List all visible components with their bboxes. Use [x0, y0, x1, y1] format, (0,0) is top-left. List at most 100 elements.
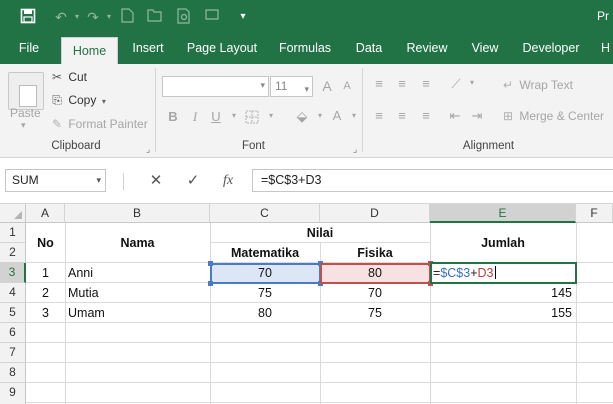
cell-b5[interactable]: Umam: [65, 303, 210, 323]
redo-dropdown-icon[interactable]: ▾: [100, 8, 118, 26]
orientation-dropdown-icon[interactable]: ▾: [463, 78, 481, 87]
bold-button[interactable]: B: [164, 109, 182, 124]
copy-icon: ⎘: [52, 93, 62, 107]
tab-help[interactable]: H: [598, 34, 613, 64]
name-box-value: SUM: [12, 173, 39, 187]
cell-edit-content[interactable]: =$C$3+D3: [433, 265, 496, 282]
gridline: [26, 382, 613, 383]
cell-a3[interactable]: 1: [26, 263, 65, 283]
cell-e5[interactable]: 155: [430, 303, 576, 323]
cell-b3[interactable]: Anni: [65, 263, 210, 283]
row-header-1[interactable]: 1: [0, 223, 26, 243]
row-header-3[interactable]: 3: [0, 263, 26, 283]
column-header-e[interactable]: E: [430, 204, 576, 223]
borders-dropdown-icon[interactable]: ▾: [262, 111, 280, 120]
grow-font-button[interactable]: A: [318, 78, 336, 94]
tab-data[interactable]: Data: [348, 34, 390, 64]
align-center-icon[interactable]: ≡: [393, 108, 411, 123]
open-icon[interactable]: [146, 8, 164, 26]
tab-formulas[interactable]: Formulas: [274, 34, 336, 64]
tab-insert[interactable]: Insert: [126, 34, 170, 64]
copy-button[interactable]: ⎘ Copy ▾: [49, 93, 106, 108]
name-box[interactable]: SUM ▾: [5, 169, 106, 192]
copy-dropdown-icon[interactable]: ▾: [100, 97, 106, 106]
align-bottom-icon[interactable]: ≡: [417, 76, 435, 91]
underline-dropdown-icon[interactable]: ▾: [225, 111, 243, 120]
row-header-6[interactable]: 6: [0, 323, 26, 343]
cell-d3[interactable]: 80: [320, 263, 430, 283]
row-header-4[interactable]: 4: [0, 283, 26, 303]
paste-dropdown-icon[interactable]: ▾: [21, 120, 26, 131]
print-preview-icon[interactable]: [175, 8, 193, 26]
increase-indent-icon[interactable]: ⇥: [468, 108, 486, 124]
header-nilai[interactable]: Nilai: [210, 223, 430, 243]
row-header-2[interactable]: 2: [0, 243, 26, 263]
cell-c3[interactable]: 70: [210, 263, 320, 283]
column-header-d[interactable]: D: [320, 204, 430, 223]
paste-icon[interactable]: [8, 72, 44, 110]
customize-qat-icon[interactable]: ▾: [234, 8, 252, 26]
worksheet-grid[interactable]: A B C D E F 1 2 3 4 5 6 7 8 9 No Nama Ni…: [0, 203, 613, 404]
format-painter-button[interactable]: ✎ Format Painter: [49, 117, 148, 131]
row-header-8[interactable]: 8: [0, 363, 26, 383]
paste-button[interactable]: Paste: [10, 106, 41, 120]
tab-file[interactable]: File: [8, 34, 50, 64]
copy-label: Copy: [68, 93, 97, 107]
more-icon[interactable]: [203, 8, 221, 26]
cell-d5[interactable]: 75: [320, 303, 430, 323]
borders-icon[interactable]: [243, 110, 261, 127]
cancel-entry-button[interactable]: ✕: [144, 171, 168, 191]
cell-b4[interactable]: Mutia: [65, 283, 210, 303]
column-header-f[interactable]: F: [576, 204, 613, 223]
row-header-9[interactable]: 9: [0, 383, 26, 404]
align-left-icon[interactable]: ≡: [370, 108, 388, 123]
new-file-icon[interactable]: [118, 8, 136, 26]
fill-color-dropdown-icon[interactable]: ▾: [311, 111, 329, 120]
cut-label: Cut: [68, 70, 88, 84]
header-nama[interactable]: Nama: [65, 233, 210, 253]
save-icon[interactable]: [19, 8, 37, 26]
header-matematika[interactable]: Matematika: [210, 243, 320, 263]
shrink-font-button[interactable]: A: [338, 80, 356, 92]
row-header-7[interactable]: 7: [0, 343, 26, 363]
cell-c5[interactable]: 80: [210, 303, 320, 323]
header-jumlah[interactable]: Jumlah: [430, 233, 576, 253]
align-right-icon[interactable]: ≡: [417, 108, 435, 123]
font-launcher-icon[interactable]: ⌟: [353, 144, 357, 155]
cell-d4[interactable]: 70: [320, 283, 430, 303]
font-color-dropdown-icon[interactable]: ▾: [345, 111, 363, 120]
font-name-combobox[interactable]: ▾: [162, 76, 269, 97]
cell-e4[interactable]: 145: [430, 283, 576, 303]
enter-entry-button[interactable]: ✓: [181, 171, 205, 191]
merge-center-button[interactable]: ⊞ Merge & Center: [500, 109, 604, 123]
column-header-b[interactable]: B: [65, 204, 210, 223]
cut-button[interactable]: ✂ Cut: [49, 70, 87, 84]
formula-input[interactable]: =$C$3+D3: [252, 169, 613, 192]
align-top-icon[interactable]: ≡: [370, 76, 388, 91]
font-size-value: 11: [275, 79, 288, 93]
tab-page-layout[interactable]: Page Layout: [183, 34, 261, 64]
decrease-indent-icon[interactable]: ⇤: [446, 108, 464, 124]
select-all-button[interactable]: [0, 204, 26, 223]
tab-review[interactable]: Review: [402, 34, 452, 64]
tab-view[interactable]: View: [465, 34, 505, 64]
row-header-5[interactable]: 5: [0, 303, 26, 323]
tab-home[interactable]: Home: [61, 37, 118, 64]
cell-a5[interactable]: 3: [26, 303, 65, 323]
cell-c4[interactable]: 75: [210, 283, 320, 303]
tab-developer[interactable]: Developer: [518, 34, 584, 64]
underline-button[interactable]: U: [207, 109, 225, 124]
insert-function-button[interactable]: fx: [216, 171, 240, 191]
fill-color-icon[interactable]: ⬙: [293, 108, 311, 125]
column-header-c[interactable]: C: [210, 204, 320, 223]
header-fisika[interactable]: Fisika: [320, 243, 430, 263]
header-no[interactable]: No: [26, 233, 65, 253]
font-size-combobox[interactable]: 11 ▾: [270, 76, 313, 97]
font-color-button[interactable]: A: [328, 108, 346, 123]
column-header-a[interactable]: A: [26, 204, 65, 223]
italic-button[interactable]: I: [186, 109, 204, 125]
wrap-text-button[interactable]: ↵ Wrap Text: [500, 78, 573, 92]
align-middle-icon[interactable]: ≡: [393, 76, 411, 91]
cell-a4[interactable]: 2: [26, 283, 65, 303]
clipboard-launcher-icon[interactable]: ⌟: [146, 144, 150, 155]
